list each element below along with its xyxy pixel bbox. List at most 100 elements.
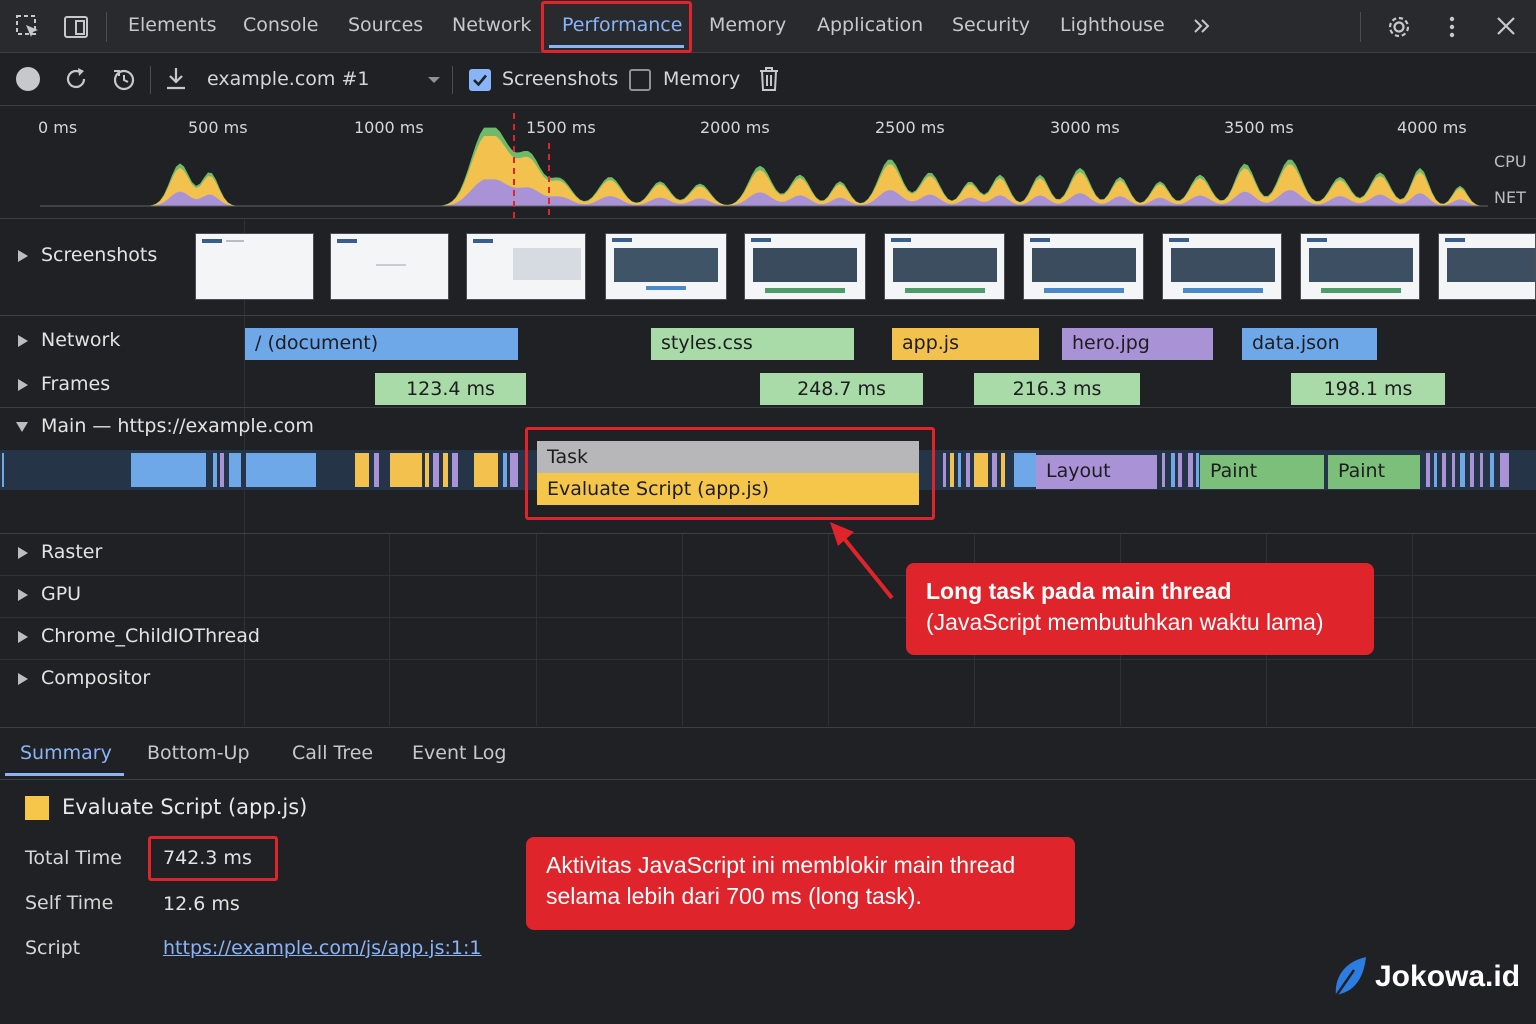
flame-paint[interactable]: Paint: [1328, 455, 1420, 489]
screenshot-thumbnail[interactable]: [884, 233, 1005, 300]
recording-select[interactable]: example.com #1: [207, 68, 369, 90]
main-thread-event[interactable]: [374, 453, 379, 487]
tab-bottom-up[interactable]: Bottom-Up: [147, 742, 250, 764]
timeline-overview[interactable]: 0 ms 500 ms 1000 ms 1500 ms 2000 ms 2500…: [0, 107, 1536, 219]
expand-arrow-icon[interactable]: [18, 589, 28, 601]
trash-icon[interactable]: [757, 65, 781, 93]
tab-sources[interactable]: Sources: [348, 14, 423, 36]
tab-security[interactable]: Security: [952, 14, 1030, 36]
dropdown-arrow-icon[interactable]: [426, 74, 442, 86]
main-thread-event[interactable]: [958, 453, 961, 487]
main-thread-event[interactable]: [390, 453, 422, 487]
main-thread-event[interactable]: [966, 453, 970, 487]
track-title-gpu[interactable]: GPU: [41, 583, 81, 605]
main-thread-event[interactable]: [355, 453, 369, 487]
main-thread-event[interactable]: [229, 453, 241, 487]
tab-lighthouse[interactable]: Lighthouse: [1060, 14, 1165, 36]
track-title-compositor[interactable]: Compositor: [41, 667, 150, 689]
main-thread-event[interactable]: [452, 453, 458, 487]
screenshot-thumbnail[interactable]: [195, 233, 314, 300]
download-icon[interactable]: [162, 65, 190, 93]
screenshot-thumbnail[interactable]: [1162, 233, 1282, 300]
main-thread-event[interactable]: [1470, 453, 1474, 487]
expand-arrow-icon[interactable]: [18, 673, 28, 685]
network-request-bar[interactable]: styles.css: [651, 328, 854, 360]
main-thread-event[interactable]: [1196, 453, 1199, 487]
script-link[interactable]: https://example.com/js/app.js:1:1: [163, 937, 481, 959]
network-request-bar[interactable]: data.json: [1242, 328, 1377, 360]
main-thread-event[interactable]: [1014, 453, 1036, 487]
main-thread-event[interactable]: [992, 453, 997, 487]
main-thread-event[interactable]: [1452, 453, 1455, 487]
main-thread-event[interactable]: [433, 453, 439, 487]
main-thread-event[interactable]: [474, 453, 498, 487]
tab-network[interactable]: Network: [452, 14, 531, 36]
frame-bar[interactable]: 123.4 ms: [375, 373, 526, 405]
tab-console[interactable]: Console: [243, 14, 318, 36]
frame-bar[interactable]: 216.3 ms: [974, 373, 1140, 405]
device-toolbar-icon[interactable]: [62, 13, 90, 41]
tab-memory[interactable]: Memory: [709, 14, 786, 36]
frame-bar[interactable]: 248.7 ms: [760, 373, 923, 405]
network-request-bar[interactable]: app.js: [892, 328, 1039, 360]
expand-arrow-icon[interactable]: [18, 335, 28, 347]
screenshot-thumbnail[interactable]: [466, 233, 586, 300]
main-thread-event[interactable]: [1442, 453, 1446, 487]
memory-checkbox[interactable]: [629, 69, 651, 91]
collapse-arrow-icon[interactable]: [16, 422, 28, 432]
track-title-main[interactable]: Main — https://example.com: [41, 415, 314, 437]
chevron-double-right-icon[interactable]: [1190, 14, 1214, 38]
main-thread-event[interactable]: [1001, 453, 1005, 487]
main-thread-event[interactable]: [220, 453, 224, 487]
gear-icon[interactable]: [1384, 12, 1414, 42]
main-thread-event[interactable]: [131, 453, 206, 487]
expand-arrow-icon[interactable]: [18, 379, 28, 391]
clear-history-icon[interactable]: [110, 65, 138, 93]
flame-layout[interactable]: Layout: [1036, 455, 1157, 489]
track-title-network[interactable]: Network: [41, 329, 120, 351]
main-thread-event[interactable]: [1434, 453, 1437, 487]
screenshot-thumbnail[interactable]: [1023, 233, 1144, 300]
expand-arrow-icon[interactable]: [18, 250, 28, 262]
main-thread-event[interactable]: [1171, 453, 1175, 487]
main-thread-event[interactable]: [503, 453, 507, 487]
tab-event-log[interactable]: Event Log: [412, 742, 506, 764]
screenshots-checkbox[interactable]: [469, 69, 491, 91]
tab-summary[interactable]: Summary: [20, 742, 112, 764]
tab-call-tree[interactable]: Call Tree: [292, 742, 373, 764]
expand-arrow-icon[interactable]: [18, 631, 28, 643]
network-request-bar[interactable]: / (document): [245, 328, 518, 360]
track-title-frames[interactable]: Frames: [41, 373, 110, 395]
main-thread-event[interactable]: [1490, 453, 1494, 487]
track-title-raster[interactable]: Raster: [41, 541, 102, 563]
main-thread-event[interactable]: [246, 453, 316, 487]
expand-arrow-icon[interactable]: [18, 547, 28, 559]
main-thread-event[interactable]: [943, 453, 946, 487]
close-icon[interactable]: [1494, 14, 1518, 38]
track-title-screenshots[interactable]: Screenshots: [41, 244, 157, 266]
screenshot-thumbnail[interactable]: [1300, 233, 1420, 300]
main-thread-event[interactable]: [1188, 453, 1193, 487]
tab-application[interactable]: Application: [817, 14, 923, 36]
more-vertical-icon[interactable]: [1442, 12, 1462, 42]
screenshot-thumbnail[interactable]: [605, 233, 727, 300]
inspect-element-icon[interactable]: [14, 13, 42, 41]
frame-bar[interactable]: 198.1 ms: [1291, 373, 1445, 405]
main-thread-event[interactable]: [425, 453, 429, 487]
main-thread-event[interactable]: [1426, 453, 1430, 487]
main-thread-event[interactable]: [950, 453, 954, 487]
main-thread-event[interactable]: [1460, 453, 1465, 487]
main-thread-event[interactable]: [213, 453, 217, 487]
screenshot-thumbnail[interactable]: [744, 233, 866, 300]
tab-elements[interactable]: Elements: [128, 14, 217, 36]
network-request-bar[interactable]: hero.jpg: [1062, 328, 1213, 360]
main-thread-event[interactable]: [1480, 453, 1483, 487]
main-thread-event[interactable]: [510, 453, 518, 487]
main-thread-event[interactable]: [443, 453, 448, 487]
main-thread-event[interactable]: [2, 453, 4, 487]
main-thread-event[interactable]: [1500, 453, 1509, 487]
screenshot-thumbnail[interactable]: [330, 233, 449, 300]
track-title-io-thread[interactable]: Chrome_ChildIOThread: [41, 625, 260, 647]
reload-profile-icon[interactable]: [62, 65, 90, 93]
screenshot-thumbnail[interactable]: [1438, 233, 1536, 300]
